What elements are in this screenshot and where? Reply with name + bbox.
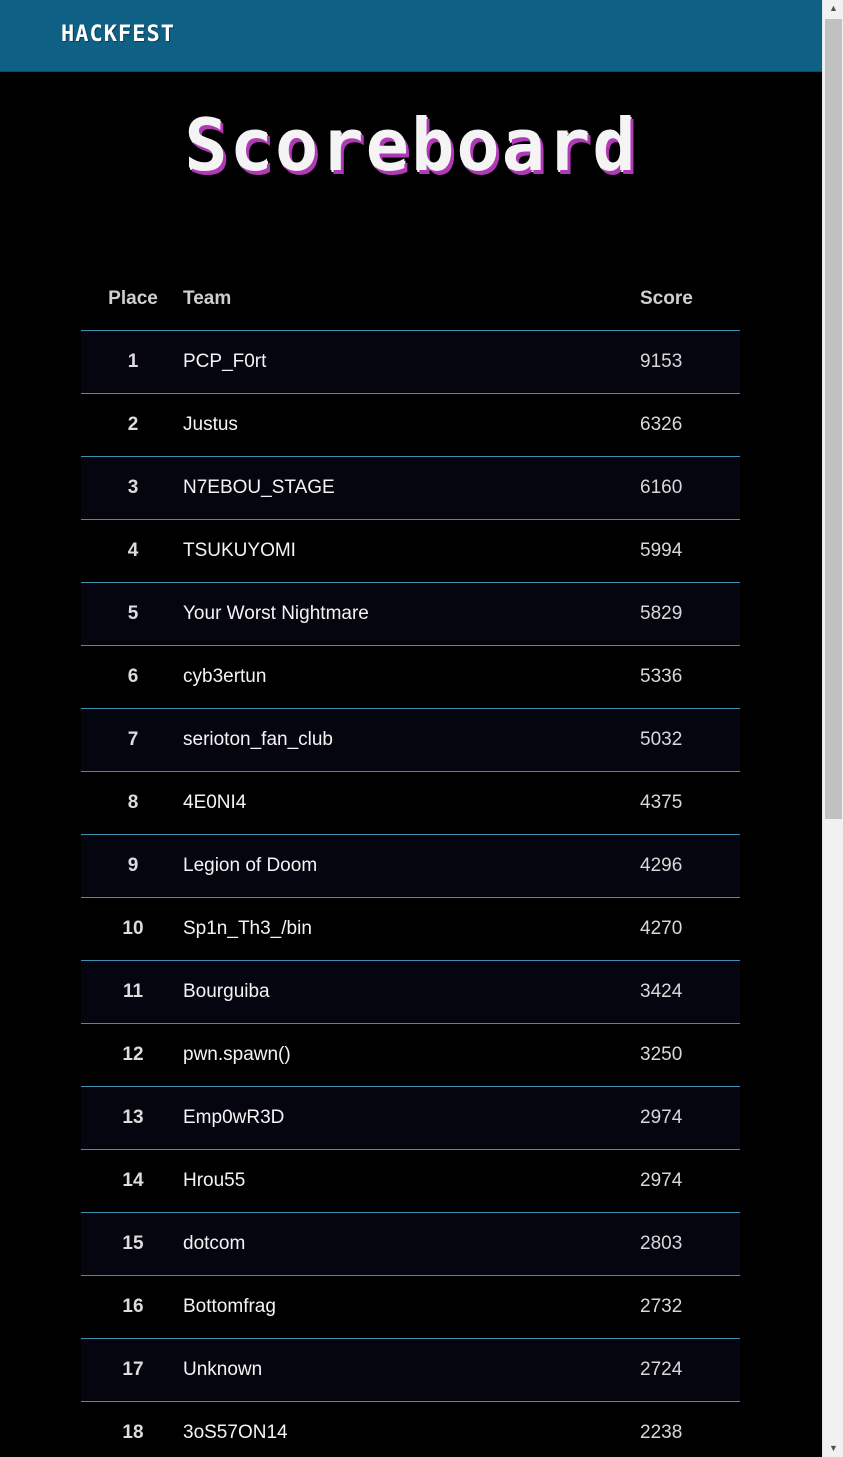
team-name: Legion of Doom [183, 834, 626, 898]
team-name: pwn.spawn() [183, 1023, 626, 1087]
team-name: Emp0wR3D [183, 1086, 626, 1150]
table-row: 14 Hrou55 2974 [81, 1149, 740, 1213]
team-score: 5336 [626, 645, 740, 709]
team-name: Bottomfrag [183, 1275, 626, 1339]
team-place: 11 [81, 960, 183, 1024]
team-place: 8 [81, 771, 183, 835]
team-place: 15 [81, 1212, 183, 1276]
table-row: 7 serioton_fan_club 5032 [81, 708, 740, 772]
team-score: 2238 [626, 1401, 740, 1457]
table-row: 12 pwn.spawn() 3250 [81, 1023, 740, 1087]
scoreboard-table: Place Team Score 1 PCP_F0rt 9153 2 Justus 632… [81, 268, 740, 1457]
page-viewport: HACKFEST Scoreboard Place Team Score 1 PC… [0, 0, 822, 1457]
team-place: 17 [81, 1338, 183, 1402]
team-score: 5829 [626, 582, 740, 646]
team-place: 3 [81, 456, 183, 520]
team-name: Justus [183, 393, 626, 457]
team-score: 9153 [626, 330, 740, 394]
team-name: TSUKUYOMI [183, 519, 626, 583]
team-name: Hrou55 [183, 1149, 626, 1213]
team-place: 5 [81, 582, 183, 646]
table-row: 2 Justus 6326 [81, 393, 740, 457]
team-score: 5032 [626, 708, 740, 772]
table-header-row: Place Team Score [81, 268, 740, 331]
team-place: 2 [81, 393, 183, 457]
table-row: 4 TSUKUYOMI 5994 [81, 519, 740, 583]
team-place: 13 [81, 1086, 183, 1150]
table-row: 17 Unknown 2724 [81, 1338, 740, 1402]
brand-logo-link[interactable]: HACKFEST [61, 20, 175, 50]
scroll-down-arrow-icon[interactable]: ▼ [823, 1440, 843, 1457]
table-row: 18 3oS57ON14 2238 [81, 1401, 740, 1457]
table-row: 9 Legion of Doom 4296 [81, 834, 740, 898]
team-place: 16 [81, 1275, 183, 1339]
table-row: 11 Bourguiba 3424 [81, 960, 740, 1024]
table-row: 6 cyb3ertun 5336 [81, 645, 740, 709]
column-header-team: Team [183, 268, 626, 331]
team-name: Unknown [183, 1338, 626, 1402]
team-place: 7 [81, 708, 183, 772]
team-place: 14 [81, 1149, 183, 1213]
table-row: 5 Your Worst Nightmare 5829 [81, 582, 740, 646]
team-score: 3250 [626, 1023, 740, 1087]
team-score: 2803 [626, 1212, 740, 1276]
team-name: serioton_fan_club [183, 708, 626, 772]
team-score: 6326 [626, 393, 740, 457]
team-score: 4296 [626, 834, 740, 898]
team-score: 3424 [626, 960, 740, 1024]
team-place: 12 [81, 1023, 183, 1087]
team-score: 2724 [626, 1338, 740, 1402]
team-score: 2974 [626, 1149, 740, 1213]
team-score: 6160 [626, 456, 740, 520]
column-header-score: Score [626, 268, 740, 331]
team-score: 4375 [626, 771, 740, 835]
team-name: cyb3ertun [183, 645, 626, 709]
team-score: 2732 [626, 1275, 740, 1339]
team-score: 4270 [626, 897, 740, 961]
team-place: 1 [81, 330, 183, 394]
top-navbar: HACKFEST [0, 0, 822, 72]
team-place: 10 [81, 897, 183, 961]
team-place: 4 [81, 519, 183, 583]
team-score: 2974 [626, 1086, 740, 1150]
team-name: Sp1n_Th3_/bin [183, 897, 626, 961]
team-name: 4E0NI4 [183, 771, 626, 835]
table-row: 10 Sp1n_Th3_/bin 4270 [81, 897, 740, 961]
team-name: 3oS57ON14 [183, 1401, 626, 1457]
team-name: Your Worst Nightmare [183, 582, 626, 646]
table-row: 15 dotcom 2803 [81, 1212, 740, 1276]
scrollbar-thumb[interactable] [825, 19, 842, 819]
team-place: 9 [81, 834, 183, 898]
table-row: 13 Emp0wR3D 2974 [81, 1086, 740, 1150]
team-place: 18 [81, 1401, 183, 1457]
team-name: dotcom [183, 1212, 626, 1276]
team-place: 6 [81, 645, 183, 709]
table-row: 1 PCP_F0rt 9153 [81, 330, 740, 394]
table-row: 16 Bottomfrag 2732 [81, 1275, 740, 1339]
team-name: Bourguiba [183, 960, 626, 1024]
scroll-up-arrow-icon[interactable]: ▲ [823, 0, 843, 17]
team-name: N7EBOU_STAGE [183, 456, 626, 520]
vertical-scrollbar[interactable]: ▲ ▼ [822, 0, 843, 1457]
table-row: 8 4E0NI4 4375 [81, 771, 740, 835]
table-row: 3 N7EBOU_STAGE 6160 [81, 456, 740, 520]
team-name: PCP_F0rt [183, 330, 626, 394]
page-title: Scoreboard [184, 103, 638, 187]
column-header-place: Place [81, 268, 183, 331]
team-score: 5994 [626, 519, 740, 583]
